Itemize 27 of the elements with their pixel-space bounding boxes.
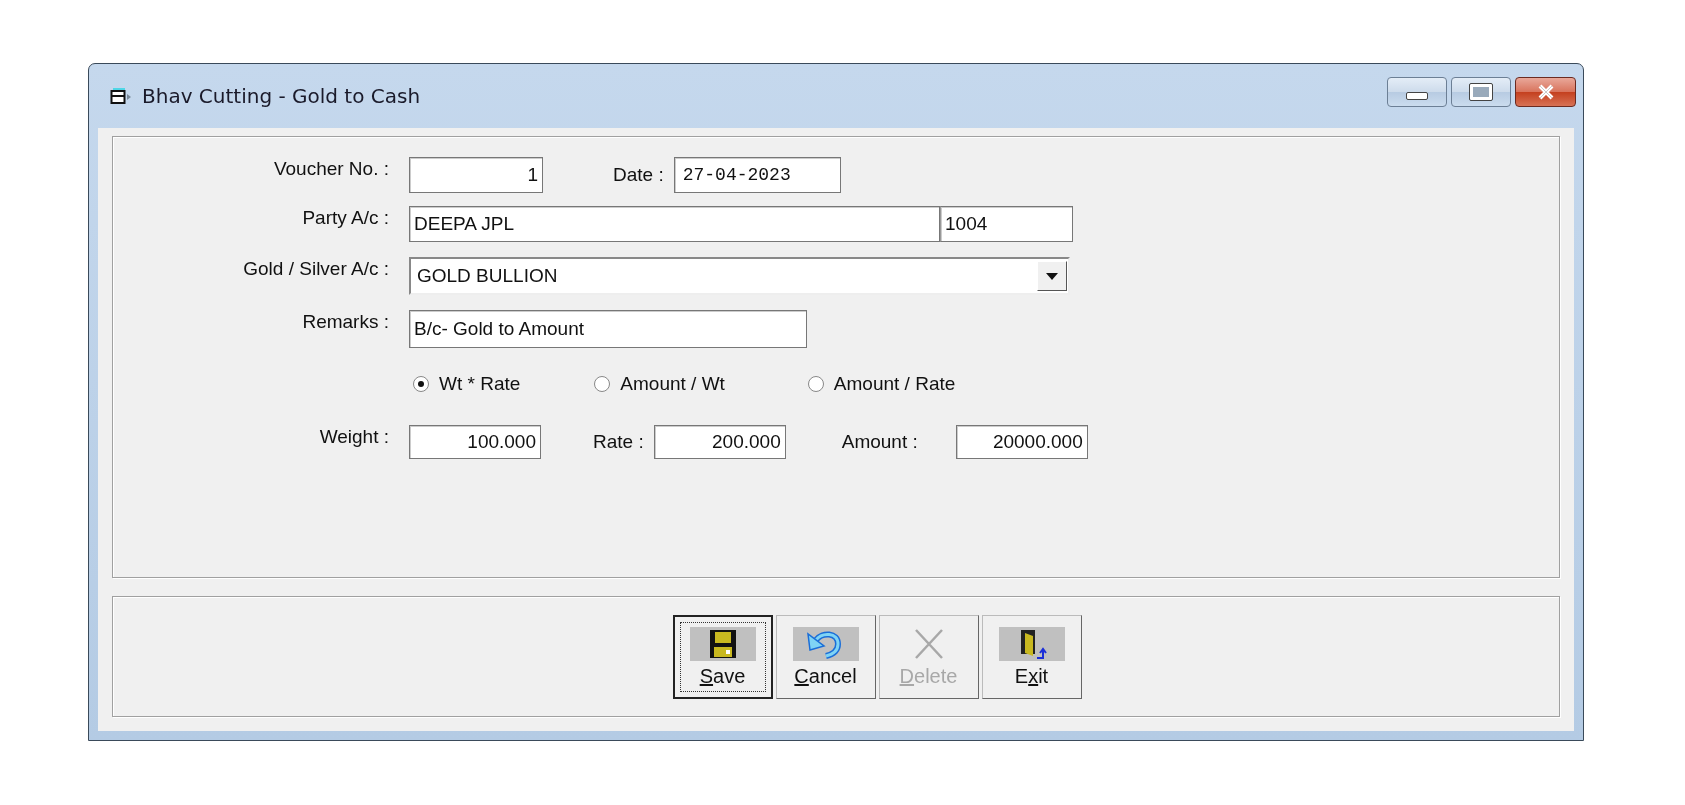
field-label: Gold / Silver A/c : (242, 257, 389, 280)
maximize-button[interactable] (1451, 77, 1511, 107)
field-label: Party A/c : (301, 206, 389, 229)
field-label: Weight : (318, 425, 389, 448)
field-label: Amount : (841, 431, 918, 453)
date-field[interactable]: 27-04-2023 (673, 157, 841, 193)
party-account-field[interactable]: DEEPA JPL (409, 206, 940, 242)
cancel-button[interactable]: Cancel (775, 614, 876, 699)
party-code-field[interactable]: 1004 (940, 206, 1073, 242)
save-button[interactable]: Save (672, 614, 773, 699)
field-label: Remarks : (301, 310, 389, 333)
remarks-field[interactable]: B/c- Gold to Amount (409, 310, 807, 348)
amount-field[interactable]: 20000.000 (955, 425, 1088, 459)
calculation-mode-radio[interactable]: Amount / Wt (594, 373, 725, 395)
window-title: Bhav Cutting - Gold to Cash (142, 84, 421, 108)
field-label: Rate : (593, 431, 644, 453)
field-label: Date : (613, 164, 664, 186)
field-label: Voucher No. : (272, 157, 389, 180)
close-button[interactable] (1515, 77, 1576, 107)
account-dropdown[interactable]: GOLD BULLION (409, 257, 1070, 295)
calculation-mode-radio[interactable]: Amount / Rate (807, 373, 956, 395)
minimize-button[interactable] (1387, 77, 1447, 107)
exit-button[interactable]: Exit (981, 614, 1082, 699)
weight-field[interactable]: 100.000 (409, 425, 541, 459)
voucher-number-field[interactable]: 1 (409, 157, 543, 193)
rate-field[interactable]: 200.000 (653, 425, 786, 459)
calculation-mode-radio[interactable]: Wt * Rate (413, 373, 521, 395)
